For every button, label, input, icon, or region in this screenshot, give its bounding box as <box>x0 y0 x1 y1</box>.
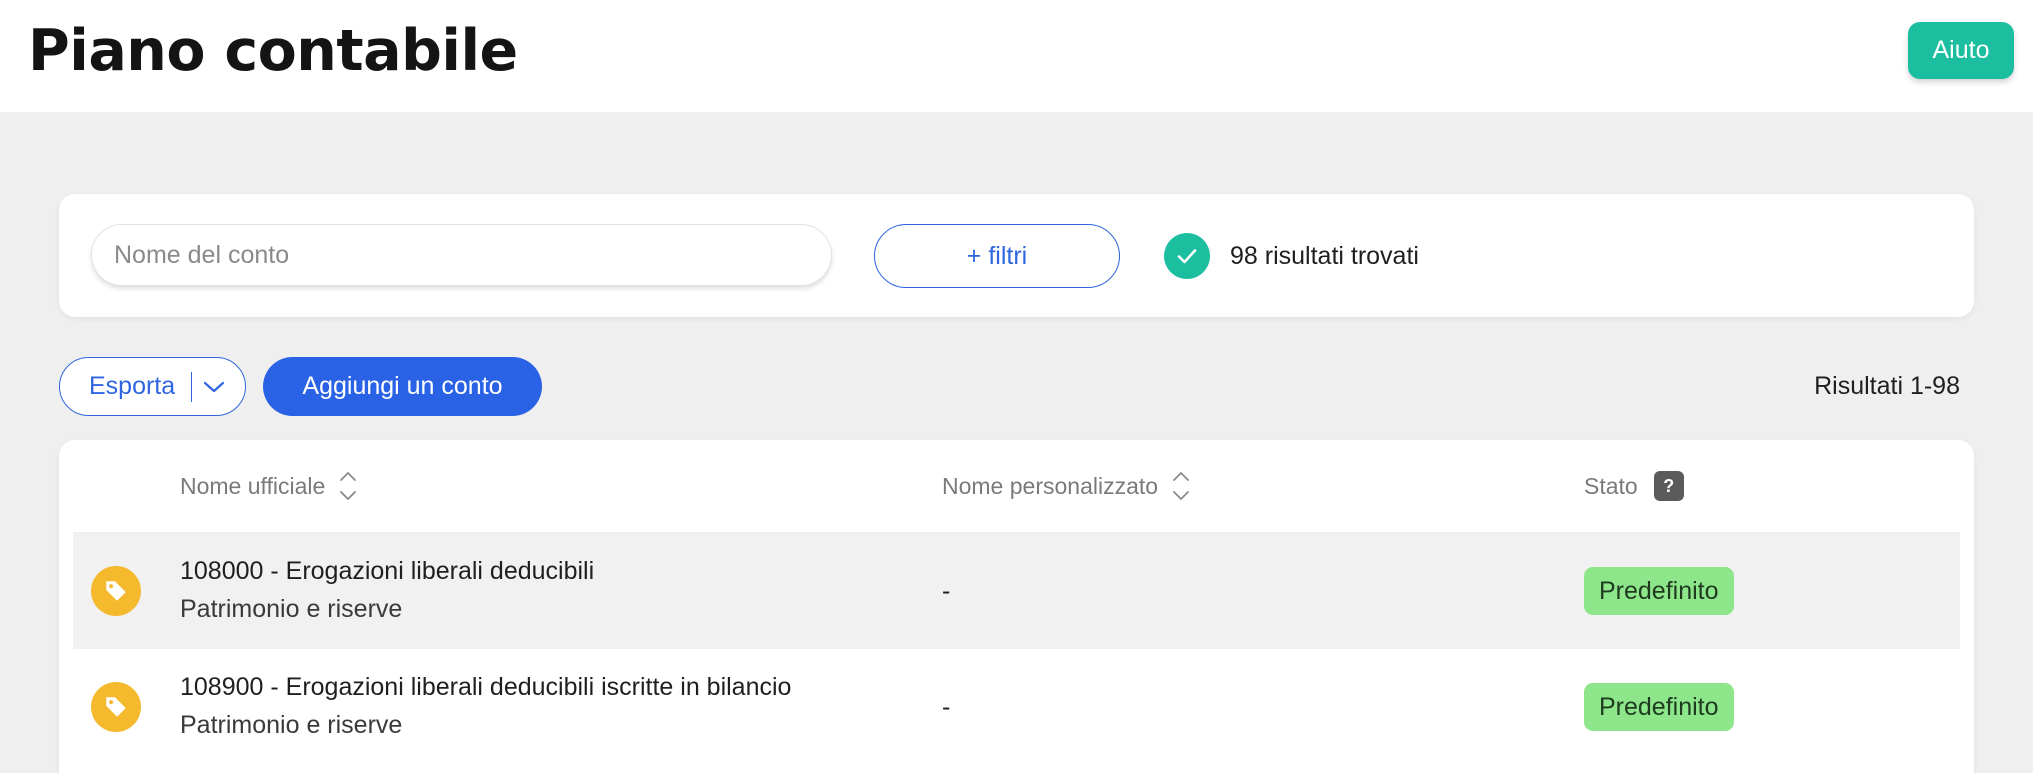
table-header: Nome ufficiale Nome personalizzato Stato… <box>59 440 1974 532</box>
column-label: Stato <box>1584 472 1638 499</box>
accounts-table: Nome ufficiale Nome personalizzato Stato… <box>59 440 1974 773</box>
export-button[interactable]: Esporta <box>59 357 246 416</box>
export-divider <box>191 371 193 402</box>
filters-button[interactable]: + filtri <box>874 224 1120 288</box>
question-icon[interactable]: ? <box>1653 471 1684 501</box>
account-official-name: 108000 - Erogazioni liberali deducibili <box>180 557 595 585</box>
results-status: 98 risultati trovati <box>1164 232 1419 280</box>
column-header-state: Stato ? <box>1584 466 1684 506</box>
sort-icon[interactable] <box>339 469 357 503</box>
add-account-button[interactable]: Aggiungi un conto <box>263 357 542 416</box>
sort-icon[interactable] <box>1172 469 1190 503</box>
filter-card: + filtri 98 risultati trovati <box>59 194 1974 317</box>
table-row[interactable]: 108900 - Erogazioni liberali deducibili … <box>73 649 1960 765</box>
export-label: Esporta <box>89 372 176 400</box>
tag-icon <box>91 566 141 616</box>
account-custom-name: - <box>942 577 951 605</box>
results-found-text: 98 risultati trovati <box>1230 241 1419 270</box>
table-row[interactable]: 108000 - Erogazioni liberali deducibili … <box>73 533 1960 649</box>
tag-icon <box>91 682 141 732</box>
status-badge: Predefinito <box>1584 567 1734 615</box>
account-custom-name: - <box>942 693 951 721</box>
column-header-custom-name[interactable]: Nome personalizzato <box>942 466 1190 506</box>
results-range: Risultati 1-98 <box>1814 372 1960 400</box>
column-label: Nome ufficiale <box>180 472 326 499</box>
account-category: Patrimonio e riserve <box>180 711 403 739</box>
check-icon <box>1164 233 1210 279</box>
column-header-official-name[interactable]: Nome ufficiale <box>180 466 357 506</box>
search-input[interactable] <box>91 224 832 286</box>
account-category: Patrimonio e riserve <box>180 595 403 623</box>
help-button[interactable]: Aiuto <box>1908 22 2014 79</box>
chevron-down-icon[interactable] <box>202 379 226 395</box>
page-header: Piano contabile Aiuto <box>0 0 2033 112</box>
account-official-name: 108900 - Erogazioni liberali deducibili … <box>180 673 792 701</box>
status-badge: Predefinito <box>1584 683 1734 731</box>
page-title: Piano contabile <box>28 18 518 84</box>
column-label: Nome personalizzato <box>942 472 1159 499</box>
